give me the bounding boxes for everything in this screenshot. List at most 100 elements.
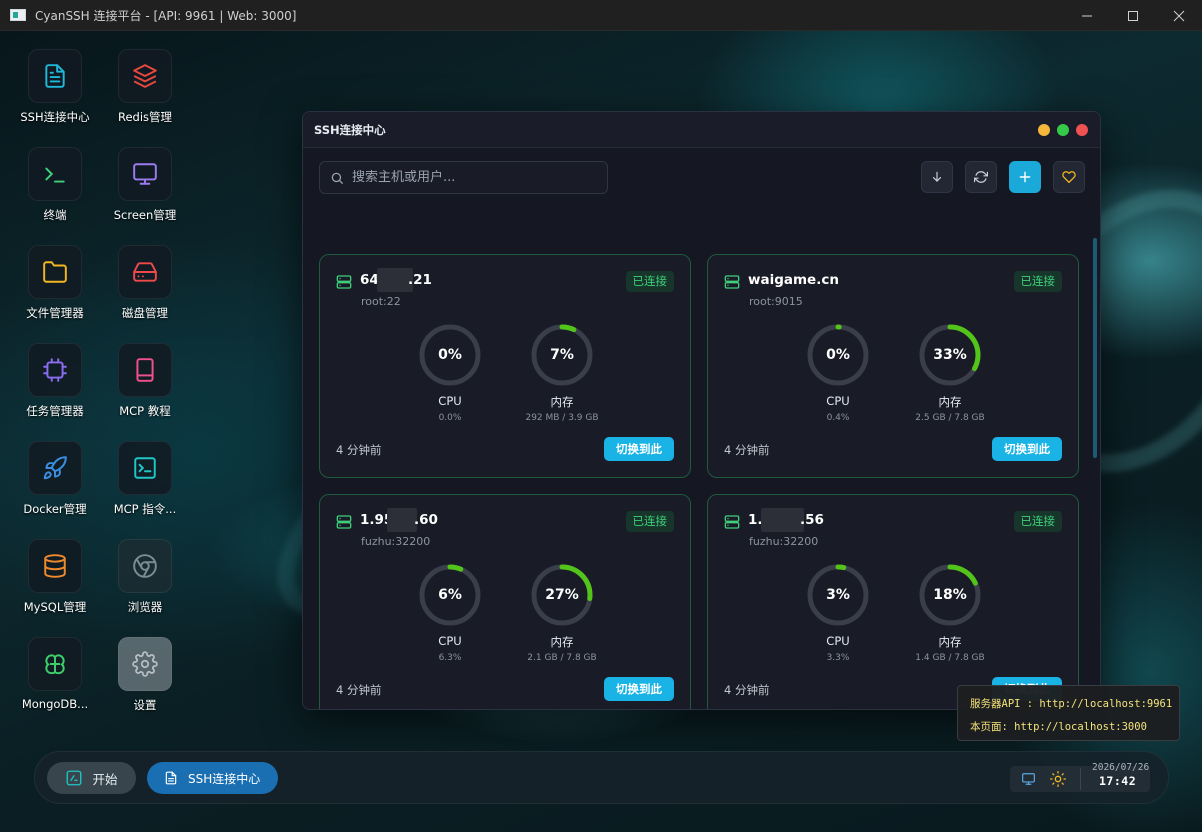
desktop-icon-redis[interactable]: Redis管理 xyxy=(96,49,194,125)
cpu-label: CPU xyxy=(438,394,462,408)
favorites-button[interactable] xyxy=(1053,161,1085,193)
tray-date: 2026/07/26 xyxy=(1092,762,1150,773)
cpu-label: CPU xyxy=(826,634,850,648)
desktop-icon-label: 设置 xyxy=(133,698,157,712)
host-user-port: fuzhu:32200 xyxy=(749,535,819,548)
desktop-icon-label: 任务管理器 xyxy=(26,404,84,418)
heart-icon xyxy=(1062,171,1076,184)
switch-to-host-button[interactable]: 切换到此 xyxy=(604,677,674,701)
memory-label: 内存 xyxy=(550,635,574,649)
memory-detail: 292 MB / 3.9 GB xyxy=(525,413,599,423)
monitor-icon[interactable] xyxy=(1021,772,1036,786)
cpu-gauge: 0% CPU 0.0% xyxy=(417,322,483,423)
taskbar-item-ssh[interactable]: SSH连接中心 xyxy=(147,762,278,794)
window-dots xyxy=(1038,124,1088,136)
start-icon xyxy=(67,770,82,786)
memory-detail: 2.1 GB / 7.8 GB xyxy=(527,653,597,663)
cpu-label: CPU xyxy=(826,394,850,408)
desktop-icon-ssh[interactable]: SSH连接中心 xyxy=(6,49,104,125)
maximize-button[interactable] xyxy=(1110,0,1156,31)
search-box xyxy=(319,161,608,194)
desktop-icon-label: Screen管理 xyxy=(113,208,177,222)
ssh-window-header[interactable]: SSH连接中心 xyxy=(303,112,1100,148)
desktop-icon-mongodb[interactable]: MongoDB... xyxy=(6,637,104,711)
desktop-icon-label: SSH连接中心 xyxy=(20,110,90,124)
server-icon xyxy=(724,515,740,529)
host-user-port: root:22 xyxy=(361,295,401,308)
cpu-gauge: 3% CPU 3.3% xyxy=(805,562,871,663)
folder-icon xyxy=(43,261,67,283)
search-input[interactable] xyxy=(352,170,592,185)
memory-percent: 7% xyxy=(550,347,574,363)
file-icon xyxy=(45,64,65,88)
refresh-icon xyxy=(974,171,988,183)
desktop-icon-mysql[interactable]: MySQL管理 xyxy=(6,539,104,615)
file-icon xyxy=(165,771,177,785)
add-host-button[interactable] xyxy=(1009,161,1041,193)
cpu-gauge: 0% CPU 0.4% xyxy=(805,322,871,423)
taskbar: 开始 SSH连接中心 2026/07/26 17:42 xyxy=(34,751,1169,804)
status-badge: 已连接 xyxy=(1013,271,1062,292)
host-card[interactable]: 1.95 .60 fuzhu:32200 已连接 6% CPU 6.3% 27%… xyxy=(319,494,691,709)
cpu-percent: 0% xyxy=(826,347,850,363)
import-button[interactable] xyxy=(921,161,953,193)
host-card[interactable]: waigame.cn root:9015 已连接 0% CPU 0.4% 33%… xyxy=(707,254,1079,478)
desktop-icon-browser[interactable]: 浏览器 xyxy=(96,539,194,615)
ssh-window: SSH连接中心 搜索主机或用户... 64 .21 root:22 已连接 0%… xyxy=(302,111,1101,710)
desktop-icon-taskmgr[interactable]: 任务管理器 xyxy=(6,343,104,419)
switch-to-host-button[interactable]: 切换到此 xyxy=(604,437,674,461)
host-address: waigame.cn xyxy=(748,272,839,288)
window-controls xyxy=(1064,0,1202,31)
book-icon xyxy=(136,358,154,382)
desktop-icon-mcp-tutorial[interactable]: MCP 教程 xyxy=(96,343,194,419)
host-card[interactable]: 64 .21 root:22 已连接 0% CPU 0.0% 7% 内存 292… xyxy=(319,254,691,478)
api-tooltip-line: 本页面: http://localhost:3000 xyxy=(970,721,1147,733)
sun-icon[interactable] xyxy=(1050,771,1066,787)
os-titlebar: CyanSSH 连接平台 - [API: 9961 | Web: 3000] xyxy=(0,0,1202,31)
search-icon xyxy=(331,172,343,184)
host-address: 64 xyxy=(360,272,379,288)
maximize-dot[interactable] xyxy=(1057,124,1069,136)
card-list-scrollbar[interactable] xyxy=(1093,238,1097,458)
memory-gauge: 18% 内存 1.4 GB / 7.8 GB xyxy=(915,562,985,663)
desktop-icon-screen[interactable]: Screen管理 xyxy=(96,147,194,223)
desktop-icon-files[interactable]: 文件管理器 xyxy=(6,245,104,321)
cpu-percent: 6% xyxy=(438,587,462,603)
desktop-icon-label: MySQL管理 xyxy=(23,600,87,614)
server-icon xyxy=(336,515,352,529)
minimize-button[interactable] xyxy=(1064,0,1110,31)
host-address-tail: .60 xyxy=(414,512,438,528)
terminal-icon xyxy=(45,167,65,183)
tray-separator xyxy=(1080,768,1081,790)
plus-icon xyxy=(1019,171,1031,183)
memory-percent: 33% xyxy=(933,347,967,363)
switch-to-host-button[interactable]: 切换到此 xyxy=(992,437,1062,461)
last-seen: 4 分钟前 xyxy=(336,683,382,697)
memory-gauge: 27% 内存 2.1 GB / 7.8 GB xyxy=(527,562,597,663)
minimize-icon xyxy=(1082,15,1092,16)
close-icon xyxy=(1173,10,1185,21)
host-user-port: fuzhu:32200 xyxy=(361,535,431,548)
desktop-icon-settings[interactable]: 设置 xyxy=(96,637,194,713)
rocket-icon xyxy=(43,456,67,480)
memory-gauge: 33% 内存 2.5 GB / 7.8 GB xyxy=(915,322,985,423)
desktop-icon-disk[interactable]: 磁盘管理 xyxy=(96,245,194,321)
close-dot[interactable] xyxy=(1076,124,1088,136)
maximize-icon xyxy=(1128,10,1138,21)
minimize-dot[interactable] xyxy=(1038,124,1050,136)
desktop-icon-label: 磁盘管理 xyxy=(122,306,168,320)
desktop-icon-terminal[interactable]: 终端 xyxy=(6,147,104,223)
monitor-icon xyxy=(133,163,157,185)
download-icon xyxy=(932,171,942,182)
memory-label: 内存 xyxy=(938,395,962,409)
memory-percent: 27% xyxy=(545,587,579,603)
host-card[interactable]: 1.9 .56 fuzhu:32200 已连接 3% CPU 3.3% 18% … xyxy=(707,494,1079,709)
desktop-icon-mcp-command[interactable]: MCP 指令... xyxy=(96,441,194,517)
desktop-icon-docker[interactable]: Docker管理 xyxy=(6,441,104,517)
window-title: CyanSSH 连接平台 - [API: 9961 | Web: 3000] xyxy=(35,8,297,23)
start-button[interactable]: 开始 xyxy=(47,762,136,794)
close-button[interactable] xyxy=(1156,0,1202,31)
refresh-button[interactable] xyxy=(965,161,997,193)
status-badge: 已连接 xyxy=(1013,511,1062,532)
mongodb-icon xyxy=(45,654,65,675)
